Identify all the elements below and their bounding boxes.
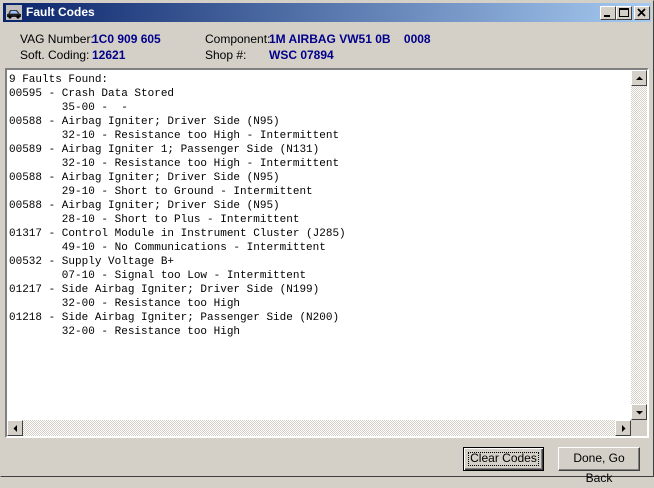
scroll-left-arrow-icon <box>13 425 17 432</box>
fault-code-line: 00588 - Airbag Igniter; Driver Side (N95… <box>9 200 280 212</box>
fault-code-line: 01218 - Side Airbag Igniter; Passenger S… <box>9 312 340 324</box>
shop-number-label: Shop #: <box>205 48 247 62</box>
done-go-back-button[interactable]: Done, Go Back <box>558 447 640 485</box>
shop-number-value: WSC 07894 <box>269 48 334 62</box>
close-icon <box>637 8 646 17</box>
scroll-down-arrow-icon <box>636 411 643 415</box>
component-value: 1M AIRBAG VW51 0B 0008 <box>269 32 431 46</box>
soft-coding-label: Soft. Coding: <box>20 48 90 62</box>
maximize-button[interactable] <box>616 6 632 20</box>
fault-codes-window: Fault Codes VAG Number: 1C0 909 605 Soft… <box>0 0 654 485</box>
done-go-back-label: Done, Go Back <box>573 451 625 485</box>
maximize-icon <box>619 8 629 17</box>
minimize-button[interactable] <box>600 6 616 20</box>
component-label: Component: <box>205 32 271 46</box>
fault-code-line: 01217 - Side Airbag Igniter; Driver Side… <box>9 284 320 296</box>
fault-detail-line: 32-00 - Resistance too High <box>9 326 241 338</box>
vag-number-value: 1C0 909 605 <box>92 32 161 46</box>
title-bar[interactable]: Fault Codes <box>3 3 651 22</box>
soft-coding-value: 12621 <box>92 48 126 62</box>
scroll-up-arrow-icon <box>636 76 643 80</box>
scroll-up-button[interactable] <box>631 70 647 86</box>
fault-code-line: 01317 - Control Module in Instrument Clu… <box>9 228 346 240</box>
scroll-right-arrow-icon <box>622 425 626 432</box>
fault-list: 9 Faults Found: 00595 - Crash Data Store… <box>9 73 346 339</box>
scroll-left-button[interactable] <box>7 420 23 436</box>
fault-code-line: 00588 - Airbag Igniter; Driver Side (N95… <box>9 172 280 184</box>
fault-detail-line: 28-10 - Short to Plus - Intermittent <box>9 214 300 226</box>
window-title: Fault Codes <box>26 5 95 19</box>
clear-codes-label: Clear Codes <box>470 451 537 465</box>
fault-detail-line: 32-00 - Resistance too High <box>9 298 241 310</box>
fault-detail-line: 35-00 - - <box>9 102 128 114</box>
horizontal-scrollbar[interactable] <box>7 420 631 436</box>
fault-summary-line: 9 Faults Found: <box>9 74 109 86</box>
scrollbar-corner <box>631 420 647 436</box>
fault-code-line: 00532 - Supply Voltage B+ <box>9 256 175 268</box>
minimize-icon <box>604 15 610 17</box>
fault-code-line: 00588 - Airbag Igniter; Driver Side (N95… <box>9 116 280 128</box>
fault-code-line: 00589 - Airbag Igniter 1; Passenger Side… <box>9 144 320 156</box>
vcds-car-icon <box>6 5 22 20</box>
vag-number-label: VAG Number: <box>20 32 94 46</box>
scroll-right-button[interactable] <box>615 420 631 436</box>
fault-detail-line: 29-10 - Short to Ground - Intermittent <box>9 186 313 198</box>
fault-detail-line: 49-10 - No Communications - Intermittent <box>9 242 326 254</box>
vertical-scrollbar[interactable] <box>631 70 647 420</box>
clear-codes-button[interactable]: Clear Codes <box>463 447 544 471</box>
fault-detail-line: 32-10 - Resistance too High - Intermitte… <box>9 130 340 142</box>
fault-code-line: 00595 - Crash Data Stored <box>9 88 175 100</box>
fault-detail-line: 32-10 - Resistance too High - Intermitte… <box>9 158 340 170</box>
fault-codes-textbox[interactable]: 9 Faults Found: 00595 - Crash Data Store… <box>5 68 649 438</box>
fault-detail-line: 07-10 - Signal too Low - Intermittent <box>9 270 307 282</box>
scroll-down-button[interactable] <box>631 404 647 420</box>
close-button[interactable] <box>634 6 650 20</box>
